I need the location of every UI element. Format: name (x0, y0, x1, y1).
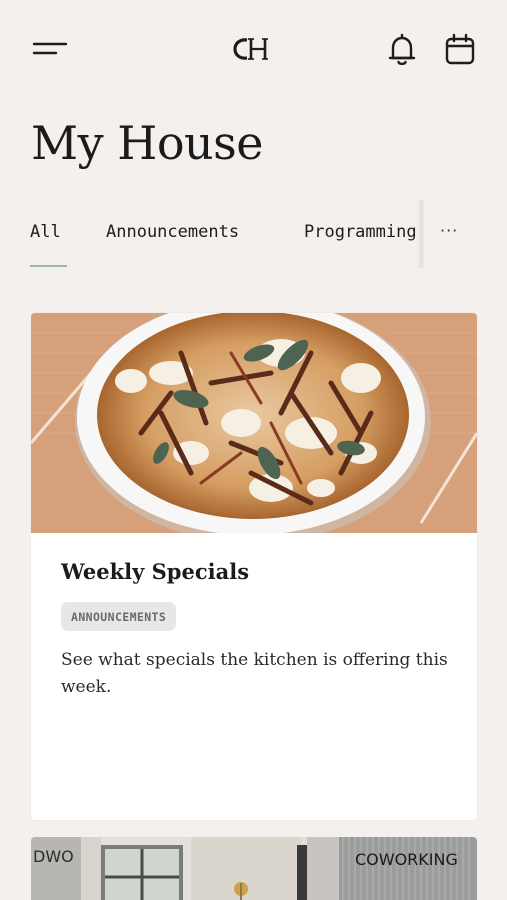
tab-all[interactable]: All (30, 222, 61, 242)
tab-programming[interactable]: Programming (304, 222, 417, 242)
sign-text-left: DWO (33, 847, 74, 866)
feed-card[interactable]: DWO COWORKING (31, 837, 477, 900)
card-image (31, 313, 477, 543)
page-title: My House (31, 116, 263, 170)
bell-icon[interactable] (386, 32, 418, 68)
menu-icon[interactable] (32, 40, 68, 60)
tabs-divider (420, 200, 422, 268)
sign-text-coworking: COWORKING (355, 850, 458, 869)
category-tag: ANNOUNCEMENTS (61, 602, 177, 631)
tab-announcements[interactable]: Announcements (106, 222, 239, 242)
category-tabs: All Announcements Programming (0, 210, 507, 270)
tab-programming-clip: Programming (304, 222, 422, 242)
feed-card[interactable]: Weekly Specials ANNOUNCEMENTS See what s… (31, 313, 477, 820)
logo-mark-icon (233, 38, 268, 60)
card-title: Weekly Specials (61, 559, 250, 584)
more-tabs-button[interactable]: ··· (440, 221, 458, 240)
logo[interactable] (230, 34, 278, 64)
card-description: See what specials the kitchen is offerin… (61, 650, 448, 697)
calendar-icon[interactable] (443, 33, 477, 67)
active-tab-indicator (30, 265, 67, 267)
card-image: DWO COWORKING (31, 837, 477, 900)
top-bar (0, 0, 507, 100)
